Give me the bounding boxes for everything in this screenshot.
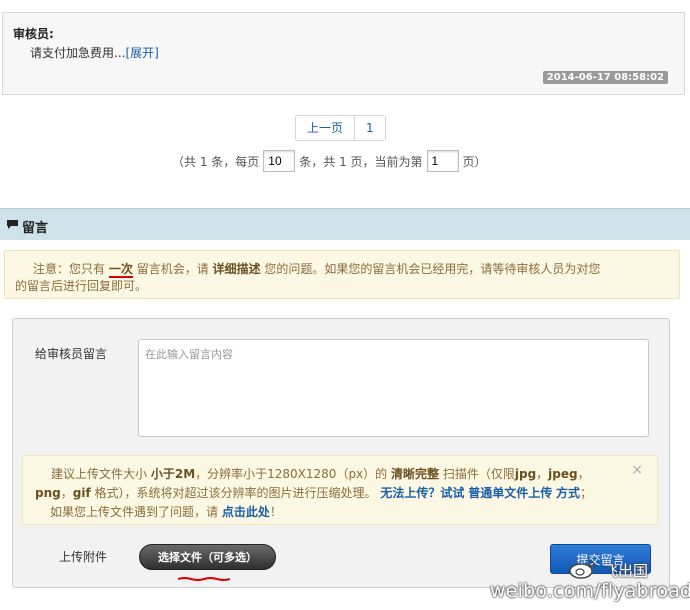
- notice-line-1: 注意：您只有 一次 留言机会，请 详细描述 您的问题。如果您的留言机会已经用完，…: [33, 260, 601, 278]
- per-page-input[interactable]: [263, 150, 296, 172]
- review-box: 审核员: 请支付加急费用...[展开] 2014-06-17 08:58:02: [2, 12, 685, 95]
- notice-box: 注意：您只有 一次 留言机会，请 详细描述 您的问题。如果您的留言机会已经用完，…: [4, 250, 680, 299]
- watermark-url: weibo.com/flyabroad: [490, 580, 690, 602]
- notice-text-1: 注意：您只有: [33, 262, 106, 276]
- notice-text-2: 留言机会，请: [136, 262, 209, 276]
- section-header: 留言: [0, 208, 690, 240]
- un-b7: 方式: [556, 486, 581, 500]
- un-a1: 建议上传文件大小: [51, 467, 148, 481]
- review-timestamp: 2014-06-17 08:58:02: [542, 71, 668, 84]
- un-c3: ！: [269, 505, 282, 519]
- un-a2: 小于2M: [150, 467, 196, 481]
- red-underline-mark: [178, 577, 230, 581]
- upload-notice-line-1: 建议上传文件大小 小于2M，分辨率小于1280X1280（px）的 清晰完整 扫…: [51, 465, 590, 482]
- choose-file-button[interactable]: 选择文件（可多选）: [139, 544, 276, 570]
- single-upload-link[interactable]: 普通单文件上传: [468, 486, 552, 500]
- current-page-input[interactable]: [426, 150, 459, 172]
- reviewer-label: 审核员:: [13, 27, 54, 41]
- upload-notice-line-3: 如果您上传文件遇到了问题，请 点击此处！: [50, 503, 282, 520]
- page-1-button[interactable]: 1: [355, 116, 385, 140]
- notice-line-2: 的留言后进行回复即可。: [15, 279, 148, 293]
- section-title: 留言: [22, 221, 49, 236]
- pagination-info: （共 1 条，每页 条，共 1 页，当前为第 页）: [172, 148, 487, 174]
- un-a8: jpeg: [548, 467, 578, 481]
- un-a5: 扫描件（仅限: [442, 467, 515, 481]
- pager-info-middle: 条，共 1 页，当前为第: [299, 154, 423, 169]
- prev-page-button[interactable]: 上一页: [296, 116, 356, 140]
- un-b8: ；: [580, 486, 593, 500]
- chat-bubble-icon: [7, 220, 18, 229]
- notice-bold-once: 一次: [108, 262, 133, 278]
- click-here-link[interactable]: 点击此处: [222, 505, 270, 519]
- review-message: 请支付加急费用...[展开]: [30, 44, 159, 61]
- watermark-handle: 飞出国: [603, 562, 649, 580]
- attach-label: 上传附件: [59, 550, 108, 564]
- pager-info-prefix: （共 1 条，每页: [172, 154, 260, 169]
- un-b3: gif: [72, 486, 91, 500]
- review-message-text: 请支付加急费用...: [30, 46, 126, 60]
- expand-link[interactable]: [展开]: [125, 46, 158, 60]
- notice-bold-detail: 详细描述: [212, 262, 261, 276]
- un-a7: ，: [536, 467, 549, 481]
- message-label: 给审核员留言: [35, 347, 108, 361]
- notice-text-3: 您的问题。如果您的留言机会已经用完，请等待审核人员为对您: [264, 262, 601, 276]
- upload-notice-line-2: png，gif 格式），系统将对超过该分辨率的图片进行压缩处理。 无法上传？试试…: [35, 484, 592, 501]
- un-a6: jpg: [514, 467, 537, 481]
- un-a9: ，: [577, 467, 590, 481]
- pagination: 上一页 1: [295, 115, 386, 141]
- weibo-logo-icon: [569, 559, 596, 579]
- pager-info-suffix: 页）: [462, 154, 487, 169]
- un-a4: 清晰完整: [391, 467, 440, 481]
- close-icon[interactable]: ×: [631, 462, 643, 478]
- un-b2: ，: [60, 486, 73, 500]
- un-b1: png: [35, 486, 61, 500]
- un-a3: ，分辨率小于1280X1280（px）的: [195, 467, 388, 481]
- message-form: 给审核员留言 建议上传文件大小 小于2M，分辨率小于1280X1280（px）的…: [12, 318, 670, 588]
- upload-notice: 建议上传文件大小 小于2M，分辨率小于1280X1280（px）的 清晰完整 扫…: [22, 455, 658, 525]
- un-b5: 无法上传？试试: [380, 486, 465, 500]
- message-textarea[interactable]: [138, 339, 649, 437]
- un-b4: 格式），系统将对超过该分辨率的图片进行压缩处理。: [94, 486, 377, 500]
- un-c1: 如果您上传文件遇到了问题，请: [50, 505, 219, 519]
